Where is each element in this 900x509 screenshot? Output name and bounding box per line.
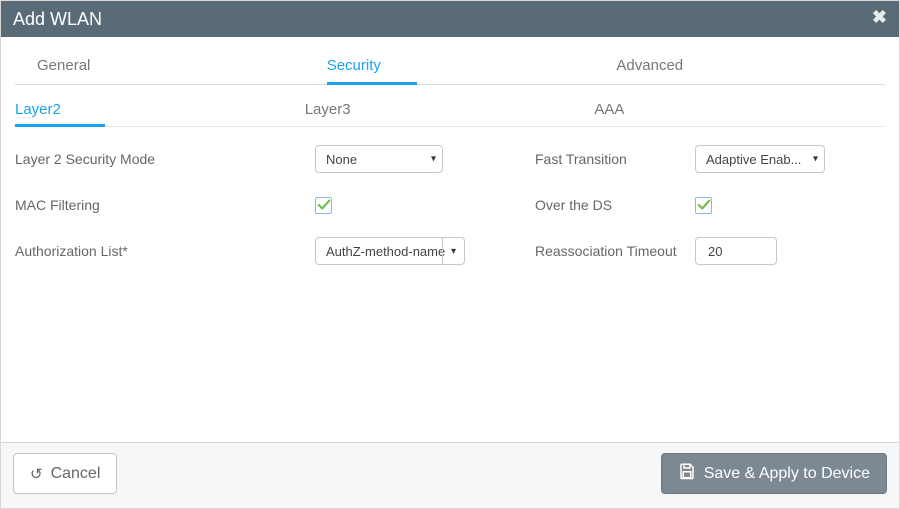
subtab-layer2-label: Layer2 bbox=[15, 101, 61, 118]
content: General Security Advanced Layer2 Layer3 … bbox=[1, 37, 899, 442]
l2-security-mode-label: Layer 2 Security Mode bbox=[15, 151, 185, 167]
row-authz-list: Authorization List* AuthZ-method-name ▾ bbox=[15, 237, 465, 265]
chevron-down-icon: ▾ bbox=[813, 154, 818, 165]
window-title: Add WLAN bbox=[13, 9, 102, 30]
chevron-down-icon: ▾ bbox=[442, 238, 464, 264]
save-apply-button-label: Save & Apply to Device bbox=[704, 465, 870, 483]
subtab-aaa[interactable]: AAA bbox=[594, 91, 884, 126]
mac-filtering-label: MAC Filtering bbox=[15, 197, 185, 213]
subtab-layer2[interactable]: Layer2 bbox=[15, 91, 305, 126]
cancel-button-label: Cancel bbox=[51, 465, 101, 483]
close-icon[interactable]: ✖ bbox=[872, 7, 887, 28]
fast-transition-label: Fast Transition bbox=[535, 151, 695, 167]
cancel-button[interactable]: ↺ Cancel bbox=[13, 453, 117, 494]
tab-general-label: General bbox=[37, 57, 90, 74]
check-icon bbox=[697, 198, 711, 212]
mac-filtering-checkbox[interactable] bbox=[315, 197, 332, 214]
chevron-down-icon: ▾ bbox=[431, 154, 436, 165]
row-reassoc-timeout: Reassociation Timeout bbox=[535, 237, 900, 265]
l2-security-mode-value: None bbox=[326, 152, 357, 167]
save-apply-button[interactable]: Save & Apply to Device bbox=[661, 453, 887, 494]
authz-list-value: AuthZ-method-name bbox=[326, 244, 445, 259]
tabs-main: General Security Advanced bbox=[15, 45, 885, 85]
save-icon bbox=[678, 462, 696, 485]
over-the-ds-label: Over the DS bbox=[535, 197, 695, 213]
form-col-right: Fast Transition Adaptive Enab... ▾ Over … bbox=[465, 145, 900, 442]
row-mac-filtering: MAC Filtering bbox=[15, 191, 465, 219]
subtab-layer3-label: Layer3 bbox=[305, 101, 351, 118]
footer: ↺ Cancel Save & Apply to Device bbox=[1, 442, 899, 508]
check-icon bbox=[317, 198, 331, 212]
tab-security-label: Security bbox=[327, 57, 381, 74]
row-fast-transition: Fast Transition Adaptive Enab... ▾ bbox=[535, 145, 900, 173]
titlebar: Add WLAN ✖ bbox=[1, 1, 899, 37]
row-l2-security-mode: Layer 2 Security Mode None ▾ bbox=[15, 145, 465, 173]
fast-transition-value: Adaptive Enab... bbox=[706, 152, 801, 167]
tab-security[interactable]: Security bbox=[305, 45, 595, 84]
tab-advanced[interactable]: Advanced bbox=[594, 45, 884, 84]
authz-list-label: Authorization List* bbox=[15, 243, 185, 259]
reassoc-timeout-label: Reassociation Timeout bbox=[535, 243, 695, 259]
row-over-the-ds: Over the DS bbox=[535, 191, 900, 219]
tab-advanced-label: Advanced bbox=[616, 57, 683, 74]
fast-transition-select[interactable]: Adaptive Enab... ▾ bbox=[695, 145, 825, 173]
over-the-ds-checkbox[interactable] bbox=[695, 197, 712, 214]
form-body: Layer 2 Security Mode None ▾ MAC Filteri… bbox=[15, 145, 885, 442]
l2-security-mode-select[interactable]: None ▾ bbox=[315, 145, 443, 173]
form-col-left: Layer 2 Security Mode None ▾ MAC Filteri… bbox=[15, 145, 465, 442]
subtab-layer3[interactable]: Layer3 bbox=[305, 91, 595, 126]
tabs-sub: Layer2 Layer3 AAA bbox=[15, 91, 885, 127]
tab-general[interactable]: General bbox=[15, 45, 305, 84]
undo-icon: ↺ bbox=[30, 465, 43, 483]
reassoc-timeout-input[interactable] bbox=[695, 237, 777, 265]
subtab-aaa-label: AAA bbox=[594, 101, 624, 118]
authz-list-select[interactable]: AuthZ-method-name ▾ bbox=[315, 237, 465, 265]
